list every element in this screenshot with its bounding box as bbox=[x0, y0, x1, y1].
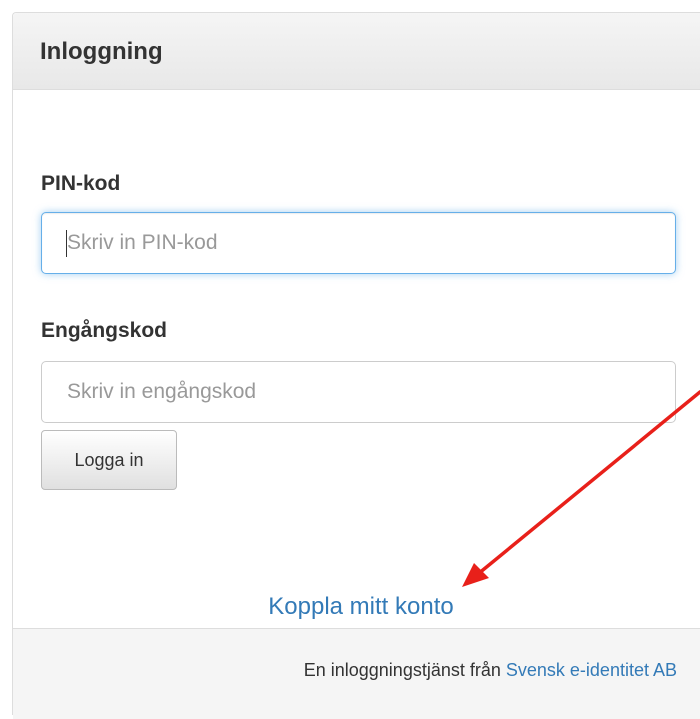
pin-label: PIN-kod bbox=[41, 172, 121, 195]
footer-prefix: En inloggningstjänst från bbox=[303, 660, 501, 680]
pin-input[interactable] bbox=[41, 212, 676, 274]
panel-heading: Inloggning bbox=[13, 13, 700, 90]
otp-input[interactable] bbox=[41, 361, 676, 423]
connect-account-link-label: Koppla mitt konto bbox=[268, 593, 454, 620]
provider-link[interactable]: Svensk e-identitet AB bbox=[506, 660, 677, 680]
panel-title: Inloggning bbox=[40, 38, 163, 65]
footer-text: En inloggningstjänst från Svensk e-ident… bbox=[304, 660, 677, 681]
login-panel: Inloggning PIN-kod Engångskod Logga in K… bbox=[12, 12, 700, 719]
otp-label: Engångskod bbox=[41, 319, 168, 342]
login-button[interactable]: Logga in bbox=[41, 430, 177, 490]
connect-account-link[interactable]: Koppla mitt konto bbox=[13, 593, 700, 621]
panel-footer: En inloggningstjänst från Svensk e-ident… bbox=[13, 628, 700, 719]
text-cursor bbox=[66, 230, 67, 257]
